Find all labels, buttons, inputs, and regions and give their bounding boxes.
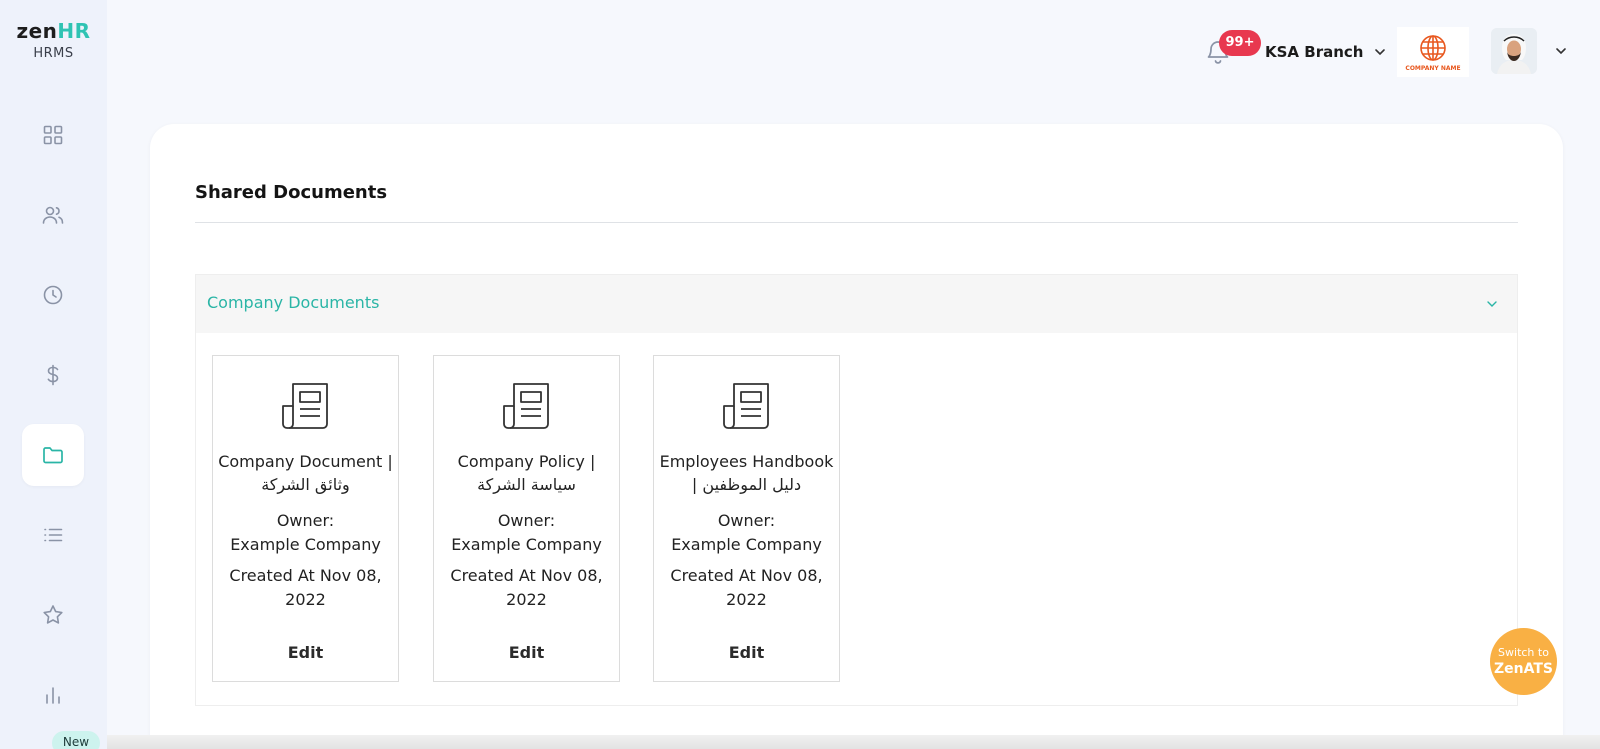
sidebar-item-attendance[interactable] — [22, 264, 84, 326]
dashboard-grid-icon — [43, 125, 63, 145]
accordion-header[interactable]: Company Documents — [196, 275, 1517, 333]
company-logo-text: COMPANY NAME — [1405, 65, 1461, 72]
document-owner-label: Owner: — [276, 511, 335, 530]
page-title: Shared Documents — [195, 182, 388, 203]
document-created-date: Created At Nov 08, 2022 — [229, 566, 382, 609]
document-owner: Owner: Example Company — [658, 509, 835, 557]
switch-button-line1: Switch to — [1498, 645, 1549, 659]
notification-count-badge: 99+ — [1219, 30, 1261, 56]
document-owner-label: Owner: — [497, 511, 556, 530]
document-owner: Owner: Example Company — [438, 509, 615, 557]
sidebar-item-dashboard[interactable] — [22, 104, 84, 166]
accordion-title: Company Documents — [207, 293, 380, 312]
document-name: Company Policy | سياسة الشركة — [457, 452, 596, 494]
document-owner-value: Example Company — [671, 535, 822, 554]
document-card[interactable]: Company Document | وثائق الشركة Owner: E… — [212, 355, 399, 682]
bottom-edge — [107, 735, 1600, 749]
chevron-down-icon — [1375, 49, 1386, 56]
sidebar-item-requests[interactable] — [22, 504, 84, 566]
document-owner: Owner: Example Company — [217, 509, 394, 557]
document-created-date: Created At Nov 08, 2022 — [670, 566, 823, 609]
logo-brand-hr: HR — [57, 19, 91, 43]
edit-button[interactable]: Edit — [434, 643, 619, 662]
edit-button[interactable]: Edit — [654, 643, 839, 662]
sidebar-item-documents[interactable] — [22, 424, 84, 486]
star-icon — [43, 605, 63, 624]
document-icon — [282, 383, 328, 429]
switch-to-zenats-button[interactable]: Switch to ZenATS — [1490, 628, 1557, 695]
edit-button[interactable]: Edit — [213, 643, 398, 662]
document-created-date: Created At Nov 08, 2022 — [450, 566, 603, 609]
document-card[interactable]: Company Policy | سياسة الشركة Owner: Exa… — [433, 355, 620, 682]
user-avatar[interactable] — [1491, 28, 1537, 74]
globe-icon — [1420, 35, 1446, 61]
sidebar-item-employees[interactable] — [22, 184, 84, 246]
user-menu-chevron-icon[interactable] — [1554, 44, 1568, 58]
sidebar-item-payroll[interactable] — [22, 344, 84, 406]
document-name: Employees Handbook | دليل الموظفين — [659, 452, 834, 494]
document-card[interactable]: Employees Handbook | دليل الموظفين Owner… — [653, 355, 840, 682]
branch-selector[interactable]: KSA Branch — [1265, 40, 1387, 64]
document-name: Company Document | وثائق الشركة — [218, 452, 393, 494]
chevron-down-icon — [1487, 301, 1497, 307]
branch-label: KSA Branch — [1265, 43, 1364, 61]
bar-chart-icon — [46, 687, 60, 704]
users-icon — [42, 206, 64, 224]
logo-subtitle: HRMS — [33, 46, 74, 61]
clock-icon — [43, 285, 63, 305]
folder-icon — [43, 447, 63, 464]
document-icon — [503, 383, 549, 429]
sidebar-item-reports[interactable] — [22, 664, 84, 726]
logo-brand-zen: zen — [16, 19, 58, 43]
app-logo[interactable]: zenHR HRMS — [0, 20, 107, 61]
new-badge: New — [52, 731, 100, 749]
document-owner-value: Example Company — [230, 535, 381, 554]
sidebar: zenHR HRMS New — [0, 0, 107, 749]
title-divider — [195, 222, 1518, 223]
document-owner-value: Example Company — [451, 535, 602, 554]
dollar-icon — [47, 364, 59, 386]
list-icon — [44, 528, 63, 542]
document-owner-label: Owner: — [717, 511, 776, 530]
company-logo: COMPANY NAME — [1397, 27, 1469, 77]
document-icon — [723, 383, 769, 429]
sidebar-item-performance[interactable] — [22, 584, 84, 646]
switch-button-line2: ZenATS — [1494, 660, 1553, 677]
avatar-image — [1491, 28, 1537, 74]
